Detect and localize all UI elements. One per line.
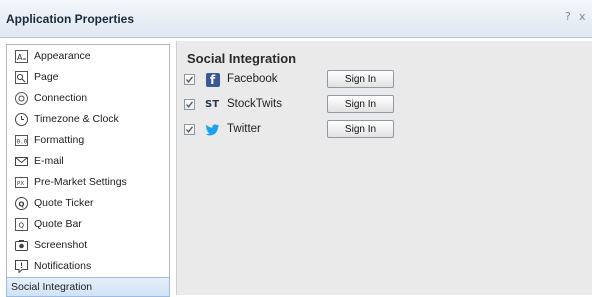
facebook-icon-glyph: f xyxy=(210,73,216,87)
sidebar-item-quote-ticker[interactable]: Q Quote Ticker xyxy=(7,192,169,214)
sidebar-item-social-integration[interactable]: Social Integration xyxy=(6,277,170,297)
help-button[interactable]: ? xyxy=(565,10,571,23)
twitter-icon xyxy=(205,122,220,138)
stocktwits-sign-in-button[interactable]: Sign In xyxy=(327,95,394,113)
sidebar-item-label: Page xyxy=(34,71,59,83)
svg-text:Q: Q xyxy=(18,200,24,208)
twitter-checkbox[interactable] xyxy=(184,124,195,135)
stocktwits-icon: ST xyxy=(205,97,224,113)
sidebar-item-page[interactable]: Page xyxy=(7,66,169,88)
page-icon xyxy=(14,70,28,84)
sidebar-item-label: Formatting xyxy=(34,134,85,146)
sidebar-item-formatting[interactable]: 0.0 Formatting xyxy=(7,129,169,151)
service-name: Twitter xyxy=(227,123,261,135)
sidebar-item-label: Notifications xyxy=(34,260,92,272)
formatting-icon: 0.0 xyxy=(14,133,28,147)
email-icon xyxy=(14,154,28,168)
panel-title: Social Integration xyxy=(187,51,297,66)
service-name: Facebook xyxy=(227,73,278,85)
quote-bar-icon: Q xyxy=(14,217,28,231)
service-row-stocktwits: ST StockTwits Sign In xyxy=(177,95,592,116)
facebook-icon: f xyxy=(206,72,220,88)
svg-text:Q: Q xyxy=(18,221,24,229)
premarket-icon: PX xyxy=(14,175,28,189)
sidebar-item-screenshot[interactable]: Screenshot xyxy=(7,234,169,256)
service-name: StockTwits xyxy=(227,98,282,110)
sidebar-item-label: Quote Ticker xyxy=(34,197,94,209)
service-row-twitter: Twitter Sign In xyxy=(177,120,592,141)
sidebar-item-pre-market-settings[interactable]: PX Pre-Market Settings xyxy=(7,171,169,193)
facebook-checkbox[interactable] xyxy=(184,74,195,85)
sidebar-item-label: Appearance xyxy=(34,50,91,62)
sidebar-item-quote-bar[interactable]: Q Quote Bar xyxy=(7,213,169,235)
sidebar-item-label: E-mail xyxy=(34,155,64,167)
window-title: Application Properties xyxy=(6,12,135,26)
service-row-facebook: f Facebook Sign In xyxy=(177,70,592,91)
sidebar-item-label: Quote Bar xyxy=(34,218,82,230)
sidebar-item-notifications[interactable]: Notifications xyxy=(7,255,169,277)
sidebar-item-label: Social Integration xyxy=(11,281,93,293)
camera-icon xyxy=(14,238,28,252)
sidebar-item-label: Screenshot xyxy=(34,239,88,251)
close-button[interactable]: x xyxy=(579,10,586,23)
twitter-sign-in-button[interactable]: Sign In xyxy=(327,120,394,138)
svg-text:A: A xyxy=(17,53,23,62)
stocktwits-icon-glyph: ST xyxy=(205,99,220,110)
stocktwits-checkbox[interactable] xyxy=(184,99,195,110)
facebook-sign-in-button[interactable]: Sign In xyxy=(327,70,394,88)
title-bar: Application Properties ? x xyxy=(0,0,592,38)
sidebar-item-label: Timezone & Clock xyxy=(34,113,119,125)
sidebar-item-label: Pre-Market Settings xyxy=(34,176,127,188)
svg-text:PX: PX xyxy=(17,181,24,187)
sidebar-item-appearance[interactable]: A Appearance xyxy=(7,45,169,67)
connection-icon xyxy=(14,91,28,105)
quote-ticker-icon: Q xyxy=(14,196,28,210)
appearance-icon: A xyxy=(14,49,28,63)
notification-icon xyxy=(14,259,28,273)
clock-icon xyxy=(14,112,28,126)
sidebar-item-timezone-clock[interactable]: Timezone & Clock xyxy=(7,108,169,130)
sidebar-item-email[interactable]: E-mail xyxy=(7,150,169,172)
sidebar-item-connection[interactable]: Connection xyxy=(7,87,169,109)
svg-text:0.0: 0.0 xyxy=(16,138,27,145)
sidebar-item-label: Connection xyxy=(34,92,88,104)
category-sidebar: A Appearance Page Connection Timezone & … xyxy=(6,44,170,297)
settings-panel: Social Integration f Facebook Sign In ST… xyxy=(176,41,592,295)
